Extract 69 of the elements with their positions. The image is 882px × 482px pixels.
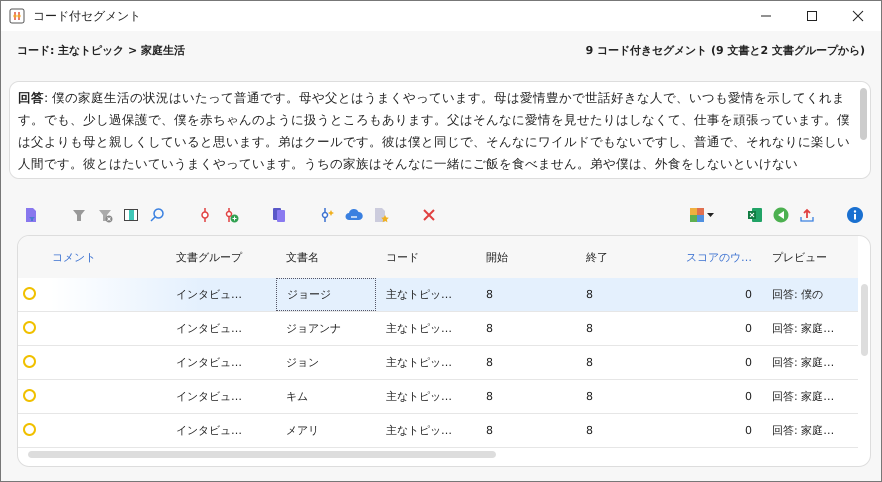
copy-icon[interactable] (271, 207, 287, 223)
cloud-icon[interactable] (345, 207, 363, 223)
end-cell-text: 8 (585, 423, 594, 439)
group-cell-text: インタビュ… (176, 321, 243, 337)
share-icon[interactable] (773, 207, 789, 223)
info-icon[interactable] (847, 207, 863, 223)
score-cell-text: 0 (744, 287, 752, 303)
preview-cell-text: 回答: 僕の (771, 287, 824, 303)
start-cell-text: 8 (485, 287, 494, 303)
document-cell-text: ジョアンナ (285, 321, 342, 337)
end-cell-text: 8 (585, 389, 594, 405)
end-cell-text: 8 (585, 287, 594, 303)
app-icon (9, 8, 25, 24)
score-cell-text: 0 (744, 389, 752, 405)
document-cell: ジョージ (276, 278, 376, 311)
column-header[interactable]: コード (376, 250, 476, 264)
clear-filter-icon[interactable] (97, 207, 113, 223)
document-cell-text: ジョン (285, 355, 320, 371)
column-header[interactable]: 文書グループ (176, 250, 276, 264)
columns-icon[interactable] (123, 207, 139, 223)
puzzle-dropdown-icon[interactable] (689, 207, 715, 223)
document-cell-text: キム (285, 389, 309, 405)
document-star-icon[interactable] (373, 207, 389, 223)
score-cell-text: 0 (744, 355, 752, 371)
scrollbar[interactable] (861, 284, 868, 356)
window-title: コード付セグメント (33, 8, 141, 24)
group-cell-text: インタビュ… (176, 355, 243, 371)
export-icon[interactable] (799, 207, 815, 223)
close-icon[interactable] (852, 10, 864, 22)
spreadsheet-icon[interactable] (747, 207, 763, 223)
preview-cell-text: 回答: 家庭… (771, 321, 836, 337)
group-cell-text: インタビュ… (176, 389, 243, 405)
group-cell-text: インタビュ… (176, 287, 243, 303)
document-cell-text: メアリ (285, 423, 320, 439)
scrollbar[interactable] (860, 88, 867, 140)
score-cell-text: 0 (744, 321, 752, 337)
search-icon[interactable] (149, 207, 165, 223)
add-code-icon[interactable] (223, 207, 239, 223)
filter-icon[interactable] (71, 207, 87, 223)
column-header[interactable]: スコアのウ… (676, 250, 752, 264)
end-cell-text: 8 (585, 355, 594, 371)
segment-text: 回答: 僕の家庭生活の状況はいたって普通です。母や父とはうまくやっています。母は愛情豊かで世話好きな人で、いつも愛情を示してくれます。でも、少し過保護で、僕を赤ちゃんのように扱うところもあります。父はそんなに愛情を見せたりはしなくて、仕事を頑張っています。僕は父よりも母と親しくしていると思います。弟はクールです。彼は僕と同じで、そんなにワイルドでもないですし、普通で、それなりに楽しい人間です。彼とはたいていうまくやっています。うちの家族はそんなに一緒にご飯を食べません。弟や僕は、外食をしないといけない (17, 89, 851, 173)
code-cell-text: 主なトピッ… (385, 287, 453, 303)
document-filter-icon[interactable] (23, 207, 39, 223)
preview-cell-text: 回答: 家庭… (771, 389, 836, 405)
maximize-icon[interactable] (806, 10, 818, 22)
end-cell-text: 8 (585, 321, 594, 337)
code-cell-text: 主なトピッ… (385, 355, 453, 371)
delete-icon[interactable] (421, 207, 437, 223)
segment-count: 9 コード付きセグメント (9 文書と2 文書グループから) (586, 42, 865, 58)
code-sparkle-icon[interactable] (319, 207, 335, 223)
preview-cell-text: 回答: 家庭… (771, 355, 836, 371)
column-header[interactable]: 開始 (476, 250, 576, 264)
column-header[interactable]: 文書名 (276, 250, 376, 264)
code-cell-text: 主なトピッ… (385, 423, 453, 439)
column-header[interactable]: プレビュー (752, 250, 858, 264)
column-header[interactable]: 終了 (576, 250, 676, 264)
start-cell-text: 8 (485, 355, 494, 371)
start-cell-text: 8 (485, 321, 494, 337)
scrollbar[interactable] (28, 451, 496, 458)
code-cell-text: 主なトピッ… (385, 389, 453, 405)
score-cell-text: 0 (744, 423, 752, 439)
code-cell-text: 主なトピッ… (385, 321, 453, 337)
start-cell-text: 8 (485, 423, 494, 439)
preview-cell-text: 回答: 家庭… (771, 423, 836, 439)
breadcrumb: コード: 主なトピック > 家庭生活 (17, 42, 186, 58)
group-cell-text: インタビュ… (176, 423, 243, 439)
column-header[interactable]: コメント (18, 250, 176, 264)
start-cell-text: 8 (485, 389, 494, 405)
